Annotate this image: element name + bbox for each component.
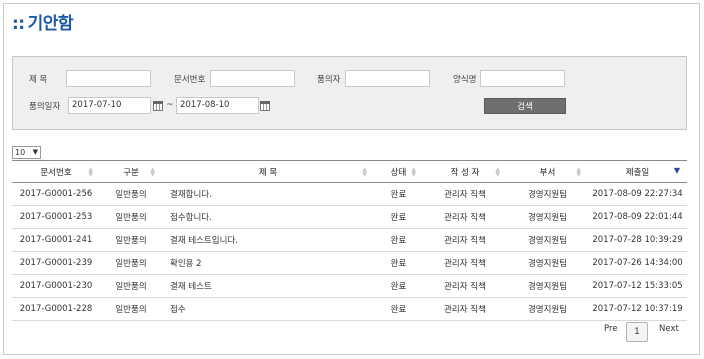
- form-input[interactable]: [480, 70, 565, 87]
- table-row[interactable]: 2017-G0001-256 일반품의 결재합니다. 완료 관리자 직책 경영지원팀 201…: [12, 182, 687, 206]
- page-size-value: 10: [15, 148, 26, 157]
- document-table: 문서번호 ▲ ▼ 구분 ▲ ▼ 제 목 ▲ ▼ 상태 ▲ ▼ 작 성 자 ▲ ▼ 부서 ▲ ▼ 제출일 ▼…: [12, 160, 687, 321]
- proposer-input[interactable]: [345, 70, 430, 87]
- date-to-input[interactable]: 2017-08-10: [176, 97, 259, 114]
- column-header-type[interactable]: 구분 ▲ ▼: [100, 160, 162, 183]
- table-row[interactable]: 2017-G0001-228 일반품의 접수 완료 관리자 직책 경영지원팀 2017-07…: [12, 297, 687, 321]
- column-header-doc-no[interactable]: 문서번호 ▲ ▼: [12, 160, 100, 183]
- table-row[interactable]: 2017-G0001-253 일반품의 접수합니다. 완료 관리자 직책 경영지원팀 201…: [12, 205, 687, 229]
- sort-icon: ▲ ▼: [411, 166, 416, 178]
- chevron-down-icon: ▼: [32, 148, 38, 156]
- column-header-status[interactable]: 상태 ▲ ▼: [374, 160, 423, 183]
- table-header-row: 문서번호 ▲ ▼ 구분 ▲ ▼ 제 목 ▲ ▼ 상태 ▲ ▼ 작 성 자 ▲ ▼ 부서 ▲ ▼ 제출일 ▼: [12, 160, 687, 183]
- proposer-label: 품의자: [317, 75, 341, 85]
- sort-icon: ▲ ▼: [362, 166, 367, 178]
- column-header-department[interactable]: 부서 ▲ ▼: [507, 160, 588, 183]
- column-header-author[interactable]: 작 성 자 ▲ ▼: [423, 160, 507, 183]
- form-label: 양식명: [453, 75, 477, 85]
- calendar-icon[interactable]: [153, 101, 163, 111]
- date-separator: ~: [166, 100, 174, 110]
- table-row[interactable]: 2017-G0001-241 일반품의 결재 테스트입니다. 완료 관리자 직책 경영지원…: [12, 228, 687, 252]
- column-header-submit-date[interactable]: 제출일 ▼: [588, 160, 687, 183]
- search-button[interactable]: 검색: [484, 98, 566, 114]
- sort-desc-icon: ▼: [673, 166, 680, 175]
- page-title-text: 기안함: [27, 14, 74, 34]
- pagination-page-current[interactable]: 1: [626, 322, 648, 342]
- sort-icon: ▲ ▼: [576, 166, 581, 178]
- page-size-select[interactable]: 10 ▼: [12, 146, 41, 159]
- date-label: 품의일자: [29, 102, 61, 112]
- doc-no-input[interactable]: [210, 70, 295, 87]
- pagination-prev[interactable]: Pre: [604, 324, 618, 334]
- sort-icon: ▲ ▼: [495, 166, 500, 178]
- sort-icon: ▲ ▼: [88, 166, 93, 178]
- date-from-input[interactable]: 2017-07-10: [68, 97, 151, 114]
- search-panel: 제 목 문서번호 품의자 양식명 품의일자 2017-07-10 ~ 2017-…: [12, 56, 687, 130]
- subject-label: 제 목: [29, 75, 48, 85]
- title-prefix: ::: [12, 14, 25, 34]
- calendar-icon[interactable]: [260, 101, 270, 111]
- pagination-next[interactable]: Next: [659, 324, 679, 334]
- page-title: :: 기안함: [12, 9, 74, 34]
- column-header-subject[interactable]: 제 목 ▲ ▼: [162, 160, 374, 183]
- subject-input[interactable]: [66, 70, 151, 87]
- doc-no-label: 문서번호: [174, 75, 206, 85]
- table-row[interactable]: 2017-G0001-239 일반품의 확인용 2 완료 관리자 직책 경영지원팀 2017…: [12, 251, 687, 275]
- sort-icon: ▲ ▼: [150, 166, 155, 178]
- table-row[interactable]: 2017-G0001-230 일반품의 결재 테스트 완료 관리자 직책 경영지원팀 201…: [12, 274, 687, 298]
